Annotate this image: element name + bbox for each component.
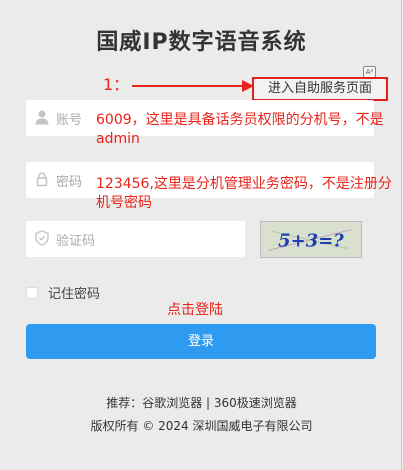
password-placeholder: 密码 [56,175,83,190]
lock-icon [36,172,48,187]
checkbox-icon[interactable] [26,286,38,299]
page-title: 国威IP数字语音系统 [96,30,307,55]
annotation-login: 点击登陆 [167,302,223,318]
captcha-field[interactable]: 验证码 [26,221,245,257]
username-placeholder: 账号 [56,113,83,128]
login-button[interactable]: 登录 [26,324,376,359]
remember-label: 记住密码 [48,287,101,302]
captcha-image[interactable]: 5+3=? [260,221,362,258]
captcha-text: 5+3=? [278,231,344,252]
user-icon [35,110,49,125]
captcha-placeholder: 验证码 [56,234,96,249]
shield-icon [35,230,49,246]
annotation-arrow [132,80,254,92]
browser-recommendation: 推荐：谷歌浏览器 | 360极速浏览器 [106,396,297,410]
annotation-password: 123456,这里是分机管理业务密码，不是注册分机号密码 [96,176,392,211]
copyright: 版权所有 © 2024 深圳国威电子有限公司 [90,419,313,433]
annotation-username: 6009，这里是具备话务员权限的分机号，不是admin [96,112,384,147]
self-service-link[interactable]: 进入自助服务页面 [252,77,388,101]
remember-password[interactable]: 记住密码 [26,283,100,302]
